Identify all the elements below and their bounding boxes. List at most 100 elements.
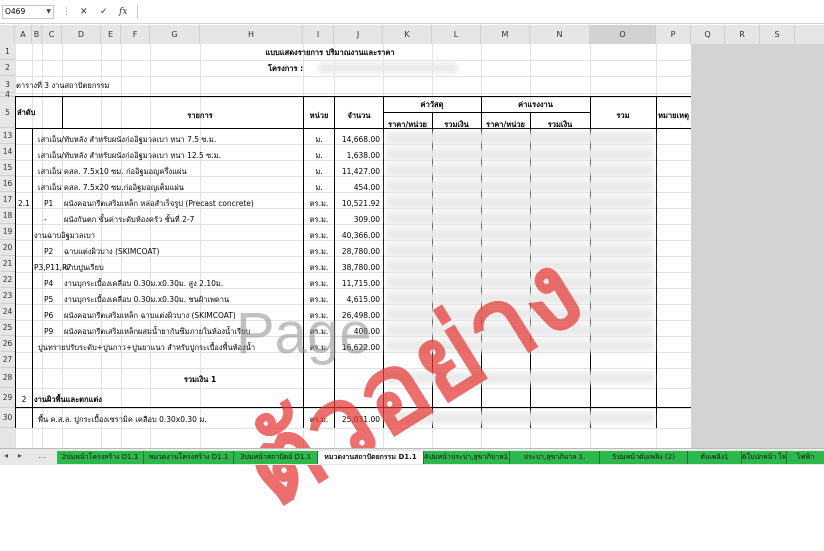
unused-area	[691, 44, 824, 448]
row-code: P2	[44, 247, 54, 256]
column-header-H[interactable]: H	[200, 25, 303, 44]
row-description: ฉาบแต่งผิวบาง (SKIMCOAT)	[64, 247, 160, 256]
enter-icon[interactable]: ✓	[100, 5, 108, 19]
row-description: เสาเอ็น/ทับหลัง สำหรับผนังก่ออิฐมวลเบา ห…	[38, 135, 217, 144]
column-header-G[interactable]: G	[150, 25, 200, 44]
column-header-J[interactable]: J	[334, 25, 383, 44]
sheet-tabs-bar: ◂ ▸ ... 2ปมหน้าโครงสร้าง D1.1 หมวดงานโครง…	[0, 448, 824, 465]
column-header-C[interactable]: C	[42, 25, 62, 44]
sheet-tab[interactable]: ดับเพลิง1	[688, 451, 742, 464]
sheet-tab[interactable]: 2ปมหน้าโครงสร้าง D1.1	[57, 451, 144, 464]
column-header-F[interactable]: F	[121, 25, 150, 44]
column-header-O[interactable]: O	[590, 25, 656, 44]
header-total: รวม	[616, 111, 630, 120]
column-header-E[interactable]: E	[101, 25, 121, 44]
row-description: ผนังคอนกรีตเสริมเหล็ก หล่อสำเร็จรูป (Pre…	[64, 199, 254, 208]
row-header-5[interactable]: 5	[0, 97, 15, 128]
row-header-19[interactable]: 19	[0, 224, 15, 240]
row-header-23[interactable]: 23	[0, 288, 15, 304]
sheet-tab[interactable]: ไฟฟ้า	[787, 451, 824, 464]
row-description: ผนังคอนกรีตเสริมเหล็กผสมน้ำยากันซึมภายใน…	[64, 327, 251, 336]
row-description: เสาเอ็น คสล. 7.5x10 ซม. ก่ออิฐมอญครึ่งแผ…	[38, 167, 187, 176]
border-line	[481, 96, 482, 128]
row-header-30[interactable]: 30	[0, 408, 15, 428]
formula-input[interactable]	[137, 5, 823, 19]
sheet-tab[interactable]: 5ปมหน้าดับเพลิง (2)	[600, 451, 688, 464]
insert-function-icon[interactable]: fx	[119, 5, 127, 19]
row-header-13[interactable]: 13	[0, 128, 15, 144]
sheet-tab[interactable]: 4ปมหน้าประปา,สุขาภิบาล1.	[424, 451, 510, 464]
sheet-tab[interactable]: หมวดงานสถาปัตยกรรม D1.1	[318, 451, 424, 464]
border-line	[432, 112, 433, 128]
column-header-P[interactable]: P	[656, 25, 691, 44]
column-header-M[interactable]: M	[481, 25, 530, 44]
row-quantity: 309.00	[353, 215, 380, 224]
row-header-2[interactable]: 2	[0, 60, 15, 76]
row-quantity: 40,366.00	[341, 231, 380, 240]
row-description: พื้น ค.ส.ล. ปูกระเบื้องเซรามิค เคลือบ 0.…	[38, 415, 207, 424]
row-header-29[interactable]: 29	[0, 388, 15, 408]
column-header-I[interactable]: I	[303, 25, 334, 44]
border-line	[656, 96, 657, 128]
column-header-L[interactable]: L	[432, 25, 481, 44]
row-unit: ตร.ม.	[309, 215, 329, 224]
row-header-22[interactable]: 22	[0, 272, 15, 288]
border-line	[303, 96, 304, 128]
column-header-A[interactable]: A	[15, 25, 32, 44]
row-quantity: 38,780.00	[341, 263, 380, 272]
border-line	[530, 112, 531, 128]
row-description: เสาเอ็น/ทับหลัง สำหรับผนังก่ออิฐมวลเบา ห…	[38, 151, 221, 160]
redacted-prices	[386, 132, 654, 144]
more-options-icon: ⋮	[62, 7, 71, 17]
row-header-1[interactable]: 1	[0, 44, 15, 60]
row-no: 2.1	[18, 199, 30, 208]
chevron-down-icon[interactable]: ▼	[46, 6, 51, 18]
row-header-24[interactable]: 24	[0, 304, 15, 320]
sheet-tab[interactable]: 3ปมหน้าสถาปัตย์ D1.1	[234, 451, 318, 464]
row-header-28[interactable]: 28	[0, 368, 15, 388]
name-box[interactable]: O469 ▼	[2, 5, 54, 19]
row-header-20[interactable]: 20	[0, 240, 15, 256]
row-quantity: 454.00	[353, 183, 380, 192]
sheet-tab[interactable]: ประปา,สุขาภิบาล 1.	[510, 451, 600, 464]
cancel-icon[interactable]: ✕	[80, 5, 88, 19]
sheet-tab[interactable]: หมวดงานโครงสร้าง D1.1	[144, 451, 234, 464]
row-code: P4	[44, 279, 54, 288]
row-unit: ตร.ม.	[309, 231, 329, 240]
border-line	[32, 128, 33, 428]
sheet-tab[interactable]: 6ใบปกหน้า ไฟฟ้า	[742, 451, 787, 464]
column-header-N[interactable]: N	[530, 25, 590, 44]
row-header-16[interactable]: 16	[0, 176, 15, 192]
redacted-prices	[386, 164, 654, 176]
row-header-15[interactable]: 15	[0, 160, 15, 176]
row-header-25[interactable]: 25	[0, 320, 15, 336]
tab-more-button[interactable]: ...	[38, 451, 46, 460]
row-quantity: 11,427.00	[341, 167, 380, 176]
row-code: P5	[44, 295, 54, 304]
row-description: ผนังกันตก ขั้นค่าระดับห้องครัว ชั้นที่ 2…	[64, 215, 195, 224]
row-header-26[interactable]: 26	[0, 336, 15, 352]
header-unit: หน่วย	[309, 111, 329, 120]
row-code: -	[44, 215, 47, 224]
row-code: P1	[44, 199, 54, 208]
column-header-B[interactable]: B	[32, 25, 42, 44]
row-unit: ตร.ม.	[309, 247, 329, 256]
row-unit: ตร.ม.	[309, 199, 329, 208]
row-unit: ม.	[315, 135, 323, 144]
row-quantity: 10,521.92	[341, 199, 380, 208]
row-header-14[interactable]: 14	[0, 144, 15, 160]
row-unit: ม.	[315, 167, 323, 176]
select-all-corner[interactable]	[0, 25, 15, 44]
row-quantity: 28,780.00	[341, 247, 380, 256]
column-header-D[interactable]: D	[62, 25, 101, 44]
column-header-K[interactable]: K	[383, 25, 432, 44]
border-line	[656, 128, 657, 428]
row-header-17[interactable]: 17	[0, 192, 15, 208]
row-header-27[interactable]: 27	[0, 352, 15, 368]
tab-prev-icon[interactable]: ◂	[4, 451, 8, 460]
row-unit: ตร.ม.	[309, 263, 329, 272]
row-header-18[interactable]: 18	[0, 208, 15, 224]
row-header-21[interactable]: 21	[0, 256, 15, 272]
subtotal-label: รวมเงิน 1	[183, 375, 217, 384]
tab-next-icon[interactable]: ▸	[18, 451, 22, 460]
